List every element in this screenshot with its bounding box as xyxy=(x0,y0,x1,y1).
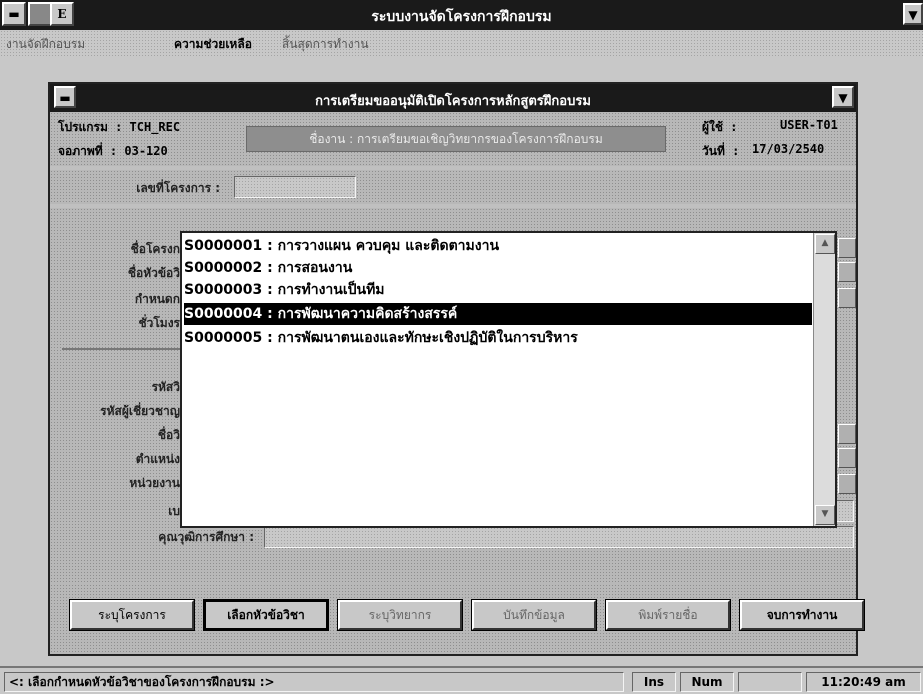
select-course-button[interactable]: เลือกหัวข้อวิชา xyxy=(203,599,329,631)
task-banner: ชื่องาน : การเตรียมขอเชิญวิทยากรของโครงก… xyxy=(246,126,666,152)
list-item[interactable]: S0000002 : การสอนงาน xyxy=(184,257,812,279)
list-scrollbar[interactable]: ▲ ▼ xyxy=(813,233,835,526)
clock: 11:20:49 am xyxy=(806,672,921,692)
child-titlebar: ▬ การเตรียมขออนุมัติเปิดโครงการหลักสูตรฝ… xyxy=(50,84,856,112)
lookup-button[interactable] xyxy=(838,262,856,282)
lookup-button[interactable] xyxy=(838,474,856,494)
course-list[interactable]: S0000001 : การวางแผน ควบคุม และติดตามงาน… xyxy=(180,231,837,528)
app-titlebar: ▬ E ระบบงานจัดโครงการฝึกอบรม ▼ xyxy=(0,0,923,30)
screen-label: จอภาพที่ : 03-120 xyxy=(58,144,168,158)
empty-indicator xyxy=(738,672,802,692)
app-title: ระบบงานจัดโครงการฝึกอบรม xyxy=(371,9,552,25)
specify-project-button[interactable]: ระบุโครงการ xyxy=(69,599,195,631)
status-message: <: เลือกกำหนดหัวข้อวิชาของโครงการฝึกอบรม… xyxy=(4,672,624,692)
divider xyxy=(62,348,182,350)
child-dropdown-icon[interactable]: ▼ xyxy=(832,86,854,108)
course-name-label: ชื่อหัวข้อวิ xyxy=(127,266,180,280)
code-label: รหัสวิ xyxy=(151,380,180,394)
program-label: โปรแกรม : TCH_REC xyxy=(58,120,181,134)
list-item[interactable]: S0000005 : การพัฒนาตนเองและทักษะเชิงปฏิบ… xyxy=(184,327,812,349)
menu-training[interactable]: งานจัดฝึกอบรม xyxy=(6,35,85,54)
position-label: ตำแหน่ง xyxy=(135,452,180,466)
education-label: คุณวุฒิการศึกษา : xyxy=(158,530,254,544)
num-indicator: Num xyxy=(680,672,734,692)
save-button[interactable]: บันทึกข้อมูล xyxy=(471,599,597,631)
list-item[interactable]: S0000003 : การทำงานเป็นทีม xyxy=(184,279,812,301)
scroll-down-icon[interactable]: ▼ xyxy=(815,505,835,525)
scroll-up-icon[interactable]: ▲ xyxy=(815,234,835,254)
lookup-button[interactable] xyxy=(838,238,856,258)
project-name-label: ชื่อโครงก xyxy=(130,242,180,256)
agency-label: หน่วยงาน xyxy=(129,476,180,490)
list-item-selected[interactable]: S0000004 : การพัฒนาความคิดสร้างสรรค์ xyxy=(184,303,812,325)
project-no-label: เลขที่โครงการ : xyxy=(136,181,220,195)
date-label: วันที่ : xyxy=(702,144,740,158)
user-value: USER-T01 xyxy=(780,118,838,132)
statusbar: <: เลือกกำหนดหัวข้อวิชาของโครงการฝึกอบรม… xyxy=(0,666,923,694)
child-title: การเตรียมขออนุมัติเปิดโครงการหลักสูตรฝึก… xyxy=(315,94,591,109)
lookup-button[interactable] xyxy=(838,448,856,468)
hours-label: ชั่วโมงร xyxy=(138,316,180,330)
expert-code-label: รหัสผู้เชี่ยวชาญ xyxy=(100,404,180,418)
project-no-field[interactable] xyxy=(234,176,356,198)
user-label: ผู้ใช้ : xyxy=(702,120,738,134)
menubar: งานจัดฝึกอบรม ความช่วยเหลือ สิ้นสุดการทำ… xyxy=(0,30,923,56)
name-label: ชื่อวิ xyxy=(157,428,180,442)
exit-button[interactable]: จบการทำงาน xyxy=(739,599,865,631)
specify-speaker-button[interactable]: ระบุวิทยากร xyxy=(337,599,463,631)
education-field[interactable] xyxy=(264,526,854,548)
list-item[interactable]: S0000001 : การวางแผน ควบคุม และติดตามงาน xyxy=(184,235,812,257)
app-dropdown-icon[interactable]: ▼ xyxy=(903,3,923,25)
menu-help[interactable]: ความช่วยเหลือ xyxy=(174,35,252,54)
ins-indicator: Ins xyxy=(632,672,676,692)
print-button[interactable]: พิมพ์รายชื่อ xyxy=(605,599,731,631)
schedule-label: กำหนดก xyxy=(134,292,180,306)
menu-exit[interactable]: สิ้นสุดการทำงาน xyxy=(282,35,369,54)
project-row: เลขที่โครงการ : xyxy=(50,170,856,204)
lookup-button[interactable] xyxy=(838,288,856,308)
date-value: 17/03/2540 xyxy=(752,142,825,156)
lookup-button[interactable] xyxy=(838,424,856,444)
